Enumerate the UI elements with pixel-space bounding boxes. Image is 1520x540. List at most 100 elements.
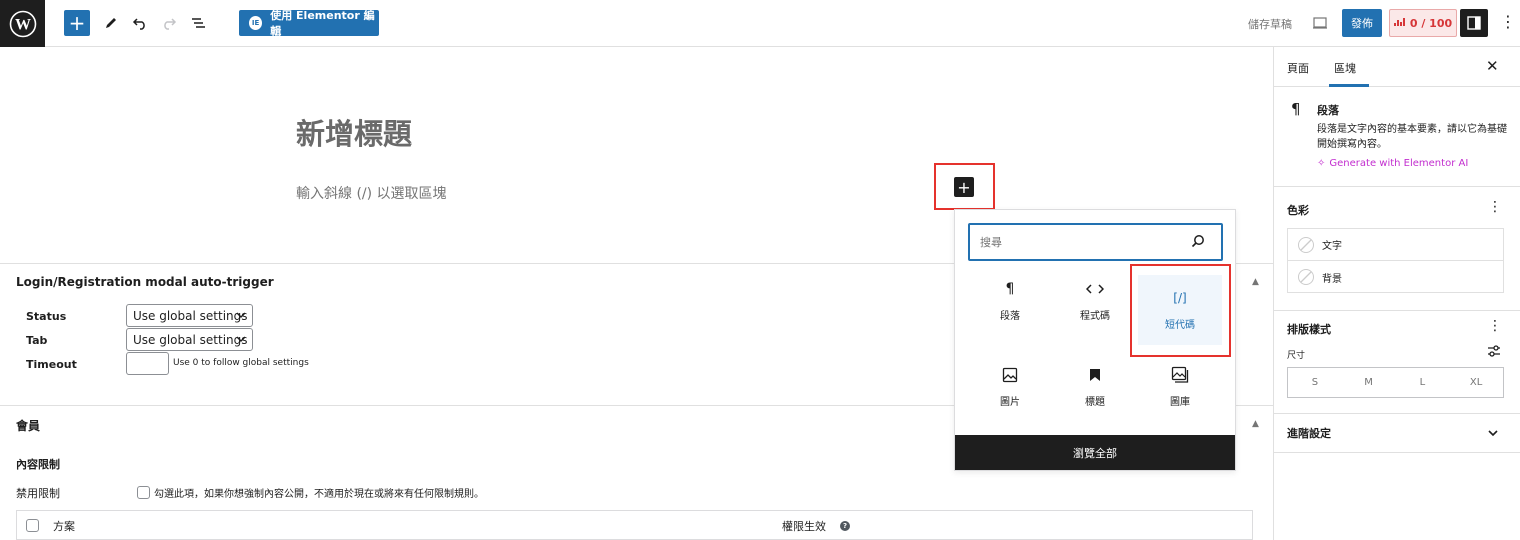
add-block-button[interactable]: + (64, 10, 90, 36)
block-label: 圖庫 (1170, 396, 1190, 408)
color-text-label: 文字 (1322, 241, 1342, 252)
block-label: 段落 (1000, 310, 1020, 322)
color-swatch-icon (1298, 236, 1314, 253)
size-label: 尺寸 (1287, 351, 1306, 361)
undo-icon[interactable] (127, 10, 153, 36)
post-title-placeholder[interactable]: 新增標題 (296, 111, 412, 153)
block-inserter-plus-button[interactable]: + (954, 177, 974, 197)
typography-options-icon[interactable]: ⋮ (1488, 318, 1502, 334)
tab-select-value: Use global settings (133, 332, 248, 347)
bookmark-icon (1089, 367, 1101, 383)
paragraph-icon: ¶ (1005, 280, 1015, 297)
sidebar-tabs: 頁面 區塊 ✕ (1274, 47, 1520, 87)
content-restriction-heading: 內容限制 (16, 458, 60, 471)
search-placeholder: 搜尋 (980, 236, 1002, 249)
disable-restriction-checkbox[interactable] (137, 486, 150, 499)
timeout-label: Timeout (26, 358, 77, 371)
typography-heading: 排版樣式 (1287, 323, 1331, 336)
tab-label: Tab (26, 334, 48, 347)
plan-column-header: 方案 (53, 520, 75, 533)
active-tab-indicator (1329, 84, 1369, 87)
color-background-label: 背景 (1322, 273, 1342, 285)
block-code[interactable]: 程式碼 (1053, 266, 1137, 336)
paragraph-placeholder[interactable]: 輸入斜線 (/) 以選取區塊 (296, 183, 447, 203)
document-overview-icon[interactable] (185, 10, 211, 36)
svg-text:W: W (15, 16, 31, 33)
size-option-l[interactable]: L (1396, 368, 1450, 397)
font-size-picker: S M L XL (1287, 367, 1504, 398)
editor-toolbar: W + IE 使用 Elementor 編輯 儲存草稿 發佈 0 / 100 ⋮ (0, 0, 1520, 47)
plan-table-header: 方案 權限生效 ? (16, 510, 1253, 540)
block-label: 標題 (1085, 396, 1105, 408)
effective-column-header: 權限生效 (782, 520, 826, 533)
section-divider (1274, 310, 1520, 311)
sparkle-icon: ✧ (1317, 158, 1326, 169)
select-all-plans-checkbox[interactable] (26, 519, 39, 532)
collapse-caret-icon[interactable]: ▲ (1252, 277, 1259, 287)
generate-ai-link[interactable]: ✧ Generate with Elementor AI (1317, 158, 1468, 169)
image-icon (1002, 367, 1018, 383)
settings-sidebar-toggle[interactable] (1460, 9, 1488, 37)
status-label: Status (26, 310, 67, 323)
close-icon[interactable]: ✕ (1486, 57, 1499, 75)
color-options-icon[interactable]: ⋮ (1488, 199, 1502, 215)
size-settings-icon[interactable] (1487, 345, 1501, 361)
publish-button[interactable]: 發佈 (1342, 9, 1382, 37)
block-label: 圖片 (1000, 396, 1020, 408)
help-question-icon[interactable]: ? (840, 521, 850, 531)
block-card-description: 段落是文字內容的基本要素，請以它為基礎開始撰寫內容。 (1317, 124, 1507, 150)
block-heading[interactable]: 標題 (1053, 352, 1137, 422)
login-metabox-title: Login/Registration modal auto-trigger (16, 275, 274, 289)
edit-with-elementor-button[interactable]: IE 使用 Elementor 編輯 (239, 9, 379, 38)
disable-restriction-label: 禁用限制 (16, 487, 60, 500)
more-options-icon[interactable]: ⋮ (1500, 12, 1516, 31)
size-option-xl[interactable]: XL (1449, 368, 1503, 397)
ai-link-label: Generate with Elementor AI (1329, 158, 1469, 169)
size-option-s[interactable]: S (1288, 368, 1342, 397)
code-icon (1086, 281, 1104, 297)
advanced-heading[interactable]: 進階設定 (1287, 425, 1331, 441)
chevron-down-icon (236, 332, 246, 349)
block-gallery[interactable]: 圖庫 (1138, 352, 1222, 422)
search-icon (1191, 234, 1205, 251)
color-background-row[interactable]: 背景 (1288, 261, 1503, 293)
pencil-tools-icon[interactable] (98, 10, 124, 36)
browse-all-button[interactable]: 瀏覽全部 (955, 435, 1235, 470)
seo-score-button[interactable]: 0 / 100 (1389, 9, 1457, 37)
redo-icon[interactable] (156, 10, 182, 36)
timeout-input[interactable] (126, 352, 169, 375)
timeout-help-text: Use 0 to follow global settings (173, 358, 309, 368)
status-select-value: Use global settings (133, 308, 248, 323)
seo-score-icon (1393, 17, 1406, 30)
block-search-input[interactable]: 搜尋 (968, 223, 1223, 261)
elementor-button-label: 使用 Elementor 編輯 (270, 9, 375, 38)
elementor-icon: IE (249, 16, 263, 30)
section-divider (1274, 452, 1520, 453)
seo-score-value: 0 / 100 (1409, 16, 1453, 30)
wordpress-logo-icon[interactable]: W (0, 0, 45, 47)
highlight-box-shortcode (1130, 264, 1231, 357)
chevron-down-icon (236, 308, 246, 325)
section-divider (1274, 413, 1520, 414)
color-text-row[interactable]: 文字 (1288, 229, 1503, 261)
color-heading: 色彩 (1287, 204, 1309, 217)
color-panel: 文字 背景 (1287, 228, 1504, 293)
color-swatch-icon (1298, 269, 1314, 285)
chevron-down-icon[interactable] (1487, 427, 1499, 443)
status-select[interactable]: Use global settings (126, 304, 253, 327)
tab-block[interactable]: 區塊 (1334, 60, 1356, 76)
settings-sidebar: 頁面 區塊 ✕ ¶ 段落 段落是文字內容的基本要素，請以它為基礎開始撰寫內容。 … (1273, 47, 1520, 540)
block-label: 程式碼 (1080, 310, 1110, 322)
tab-select[interactable]: Use global settings (126, 328, 253, 351)
size-option-m[interactable]: M (1342, 368, 1396, 397)
save-draft-button[interactable]: 儲存草稿 (1248, 16, 1292, 32)
block-card-title: 段落 (1317, 104, 1339, 117)
section-divider (1274, 186, 1520, 187)
block-image[interactable]: 圖片 (968, 352, 1052, 422)
preview-icon[interactable] (1312, 15, 1328, 31)
disable-restriction-help: 勾選此項，如果你想強制內容公開，不適用於現在或將來有任何限制規則。 (154, 489, 484, 500)
tab-page[interactable]: 頁面 (1287, 60, 1309, 76)
block-paragraph[interactable]: ¶ 段落 (968, 266, 1052, 336)
gallery-icon (1171, 366, 1189, 383)
collapse-caret-icon[interactable]: ▲ (1252, 419, 1259, 429)
